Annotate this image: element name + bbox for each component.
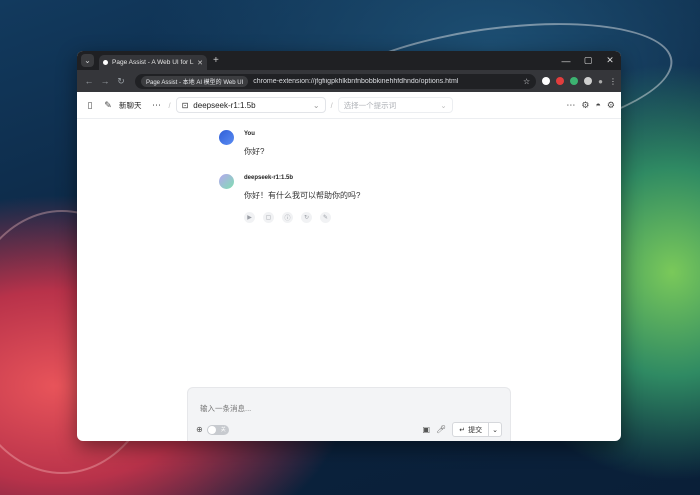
message-text: 你好?: [244, 147, 265, 156]
regenerate-icon[interactable]: ↻: [301, 212, 312, 223]
new-chat-label: 新聊天: [119, 100, 142, 110]
message-composer: ⊕ 关 ▣ 🎤︎ ↵提交 ⌄: [187, 387, 511, 441]
divider: /: [330, 100, 333, 110]
browser-toolbar: ← → ↻ Page Assist - 本地 AI 模型的 Web UI chr…: [77, 70, 621, 92]
web-search-toggle[interactable]: 关: [206, 424, 229, 435]
gear-icon[interactable]: ⚙: [607, 100, 615, 111]
reload-icon[interactable]: ↻: [113, 76, 129, 87]
forward-icon[interactable]: →: [97, 76, 113, 86]
back-icon[interactable]: ←: [81, 76, 97, 86]
browser-menu-icon[interactable]: ⋮: [609, 77, 617, 86]
more-options-icon[interactable]: ⋯: [566, 100, 575, 111]
bot-avatar: [219, 174, 234, 189]
user-avatar: [219, 130, 234, 145]
chat-message-user: You 你好?: [219, 130, 264, 157]
extensions-area: ● ⋮: [542, 77, 617, 86]
maximize-icon[interactable]: ▢: [577, 51, 599, 70]
url-text: chrome-extension://jfgfiigpkhlkbnfnbobbk…: [253, 77, 459, 85]
close-window-icon[interactable]: ✕: [599, 51, 621, 70]
play-icon[interactable]: ▶: [244, 212, 255, 223]
enter-icon: ↵: [459, 426, 466, 434]
message-sender: deepseek-r1:1.5b: [244, 175, 294, 181]
browser-window: ⌄ Page Assist - A Web UI for L ✕ + — ▢ ✕…: [77, 51, 621, 441]
copy-icon[interactable]: ▢: [263, 212, 274, 223]
chat-message-assistant: deepseek-r1:1.5b 你好！有什么我可以帮助你的吗? ▶ ▢ ⓘ ↻…: [219, 174, 360, 223]
tab-strip: ⌄ Page Assist - A Web UI for L ✕ + — ▢ ✕: [77, 51, 621, 70]
more-icon[interactable]: ⋯: [150, 98, 164, 112]
message-actions: ▶ ▢ ⓘ ↻ ✎: [244, 212, 360, 223]
image-upload-icon[interactable]: ▣: [423, 425, 431, 434]
settings-cog-icon[interactable]: ⚙: [581, 100, 589, 111]
info-icon[interactable]: ⓘ: [282, 212, 293, 223]
toggle-label: 关: [220, 426, 226, 433]
address-bar[interactable]: Page Assist - 本地 AI 模型的 Web UI chrome-ex…: [135, 73, 537, 89]
new-tab-icon[interactable]: +: [213, 55, 219, 66]
chevron-down-icon[interactable]: ⌄: [489, 426, 501, 434]
chevron-down-icon: ⌄: [312, 100, 320, 110]
bookmark-star-icon[interactable]: ☆: [523, 77, 530, 86]
github-icon[interactable]: ◓: [595, 100, 600, 110]
chevron-down-icon: ⌄: [440, 100, 447, 110]
extension-icon[interactable]: [556, 77, 565, 85]
close-tab-icon[interactable]: ✕: [197, 59, 203, 67]
edit-icon: ✎: [104, 99, 112, 110]
extension-icon[interactable]: [570, 77, 579, 85]
sidebar-toggle-icon[interactable]: ▯: [83, 98, 97, 112]
message-input[interactable]: [200, 404, 490, 413]
submit-label: 提交: [468, 426, 483, 434]
favicon-icon: [103, 60, 108, 65]
extension-icon[interactable]: [542, 77, 551, 85]
submit-button[interactable]: ↵ 提交 ⌄: [452, 422, 502, 437]
tab-title: Page Assist - A Web UI for L: [112, 59, 194, 66]
microphone-icon[interactable]: 🎤︎: [436, 425, 446, 434]
tab-page-assist[interactable]: Page Assist - A Web UI for L ✕: [99, 55, 207, 70]
divider: /: [168, 100, 171, 110]
model-icon: ⊡: [181, 100, 189, 110]
profile-avatar-icon[interactable]: ●: [598, 77, 603, 86]
new-chat-button[interactable]: ✎ 新聊天: [101, 98, 142, 112]
model-select[interactable]: ⊡ deepseek-r1:1.5b ⌄: [175, 97, 326, 113]
extensions-puzzle-icon[interactable]: [584, 77, 593, 85]
prompt-select[interactable]: 选择一个提示词 ⌄: [337, 97, 453, 113]
app-header: ▯ ✎ 新聊天 ⋯ / ⊡ deepseek-r1:1.5b ⌄ / 选择一个提…: [77, 92, 621, 119]
message-text: 你好！有什么我可以帮助你的吗?: [244, 191, 361, 200]
tab-search-icon[interactable]: ⌄: [81, 54, 94, 67]
edit-icon[interactable]: ✎: [320, 212, 331, 223]
prompt-placeholder: 选择一个提示词: [343, 100, 397, 110]
model-value: deepseek-r1:1.5b: [193, 100, 256, 110]
minimize-icon[interactable]: —: [555, 51, 577, 70]
message-sender: You: [244, 131, 255, 137]
globe-icon[interactable]: ⊕: [196, 425, 203, 434]
site-info-chip[interactable]: Page Assist - 本地 AI 模型的 Web UI: [141, 75, 249, 87]
